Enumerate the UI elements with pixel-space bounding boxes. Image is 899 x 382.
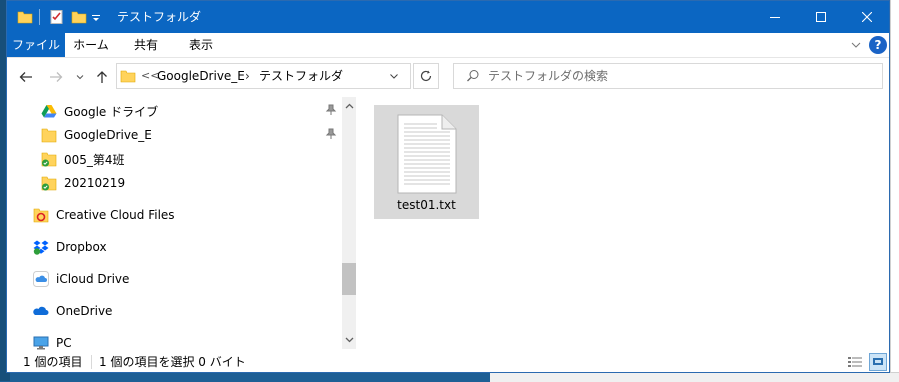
- nav-item-label: Google ドライブ: [64, 104, 159, 119]
- folder-icon: [120, 69, 136, 86]
- address-dropdown-icon[interactable]: [389, 64, 399, 88]
- nav-item-20210219[interactable]: 20210219: [41, 172, 125, 194]
- new-folder-icon[interactable]: [71, 1, 87, 33]
- scrollbar-thumb[interactable]: [342, 263, 356, 295]
- large-icons-view-icon[interactable]: [869, 353, 887, 371]
- dropbox-icon: [33, 239, 49, 255]
- search-icon: [466, 69, 480, 86]
- nav-item-005-group4[interactable]: 005_第4班: [41, 148, 125, 170]
- file-list: test01.txt: [357, 97, 887, 349]
- window-title: テストフォルダ: [117, 10, 202, 24]
- nav-item-dropbox[interactable]: Dropbox: [33, 236, 107, 258]
- recent-locations-button[interactable]: [69, 59, 91, 95]
- nav-item-label: OneDrive: [56, 304, 113, 318]
- tab-home[interactable]: ホーム: [65, 33, 117, 57]
- pin-icon[interactable]: [325, 104, 337, 119]
- address-row: << GoogleDrive_E › テストフォルダ テストフォルダの検索: [7, 59, 889, 95]
- maximize-button[interactable]: [798, 1, 844, 33]
- status-separator: [91, 355, 92, 369]
- search-placeholder: テストフォルダの検索: [488, 69, 609, 83]
- refresh-button[interactable]: [413, 63, 439, 89]
- navigation-pane: Google ドライブ GoogleDrive_E 005_第4班 202102…: [7, 97, 343, 351]
- scroll-down-icon[interactable]: [342, 333, 356, 347]
- back-button[interactable]: [15, 59, 37, 95]
- minimize-button[interactable]: [752, 1, 798, 33]
- forward-button[interactable]: [45, 59, 67, 95]
- nav-item-label: 005_第4班: [64, 152, 125, 167]
- search-input[interactable]: テストフォルダの検索: [453, 63, 883, 89]
- explorer-window: テストフォルダ ファイル ホーム 共有 表示 ? << GoogleDrive_…: [6, 0, 890, 373]
- nav-item-label: GoogleDrive_E: [64, 128, 152, 142]
- selection-info: 1 個の項目を選択 0 バイト: [99, 355, 246, 369]
- item-count: 1 個の項目: [23, 355, 83, 369]
- expand-ribbon-icon[interactable]: [850, 37, 862, 56]
- help-icon[interactable]: ?: [869, 36, 887, 54]
- nav-item-label: Dropbox: [56, 240, 107, 254]
- properties-icon[interactable]: [49, 1, 65, 33]
- nav-item-label: PC: [56, 336, 72, 350]
- google-drive-icon: [41, 103, 57, 119]
- nav-item-label: iCloud Drive: [56, 272, 130, 286]
- ribbon-tabs: ファイル ホーム 共有 表示 ?: [7, 33, 889, 58]
- tab-file[interactable]: ファイル: [7, 33, 65, 57]
- tab-view[interactable]: 表示: [175, 33, 227, 57]
- background-window-edge: [890, 0, 899, 381]
- customize-toolbar-icon[interactable]: [91, 1, 101, 33]
- title-bar: テストフォルダ: [7, 1, 889, 33]
- folder-icon: [41, 127, 57, 143]
- nav-item-google-drive[interactable]: Google ドライブ: [41, 100, 158, 122]
- file-item[interactable]: test01.txt: [374, 105, 479, 219]
- tab-share[interactable]: 共有: [120, 33, 172, 57]
- breadcrumb-googledrive-e[interactable]: GoogleDrive_E: [157, 64, 245, 88]
- refresh-icon: [420, 70, 432, 82]
- synced-folder-icon: [41, 175, 57, 191]
- icloud-icon: [33, 271, 49, 287]
- text-file-icon: [397, 114, 457, 197]
- nav-item-label: Creative Cloud Files: [56, 208, 175, 222]
- breadcrumb-current-folder[interactable]: テストフォルダ: [259, 64, 343, 88]
- nav-item-icloud-drive[interactable]: iCloud Drive: [33, 268, 129, 290]
- navigation-scrollbar[interactable]: [342, 97, 356, 349]
- pin-icon[interactable]: [325, 128, 337, 143]
- nav-item-creative-cloud-files[interactable]: Creative Cloud Files: [33, 204, 175, 226]
- nav-item-label: 20210219: [64, 176, 126, 190]
- synced-folder-icon: [41, 151, 57, 167]
- pc-icon: [33, 335, 49, 351]
- breadcrumb-separator-icon[interactable]: ›: [245, 64, 250, 88]
- details-view-icon[interactable]: [847, 354, 863, 370]
- creative-cloud-icon: [33, 207, 49, 223]
- nav-item-googledrive-e[interactable]: GoogleDrive_E: [41, 124, 152, 146]
- up-button[interactable]: [91, 59, 113, 95]
- file-name: test01.txt: [397, 198, 456, 212]
- scroll-up-icon[interactable]: [342, 99, 356, 113]
- folder-icon: [17, 1, 33, 33]
- address-bar[interactable]: << GoogleDrive_E › テストフォルダ: [116, 63, 411, 89]
- onedrive-icon: [33, 303, 49, 319]
- nav-item-onedrive[interactable]: OneDrive: [33, 300, 112, 322]
- status-bar: 1 個の項目 1 個の項目を選択 0 バイト: [7, 351, 889, 373]
- quick-access-separator: [39, 9, 40, 25]
- close-button[interactable]: [844, 1, 890, 33]
